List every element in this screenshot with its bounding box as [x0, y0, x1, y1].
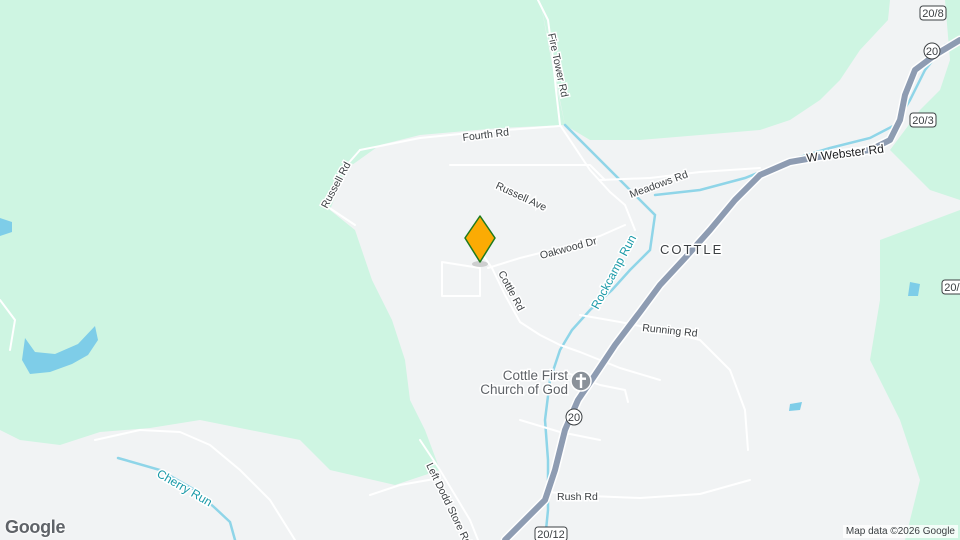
poi-church-name-line1: Cottle First	[503, 368, 569, 383]
svg-text:20/3: 20/3	[912, 115, 933, 127]
svg-text:20/8: 20/8	[922, 8, 943, 20]
map-layer: Fire Tower Rd Fourth Rd Russell Rd Russe…	[0, 0, 960, 540]
map-canvas[interactable]: Fire Tower Rd Fourth Rd Russell Rd Russe…	[0, 0, 960, 540]
svg-text:20: 20	[568, 412, 580, 424]
map-attribution[interactable]: Map data ©2026 Google	[842, 525, 958, 538]
label-rush-rd: Rush Rd	[557, 491, 598, 503]
shield-20-8-top: 20/8	[919, 5, 947, 21]
pond-east	[908, 282, 920, 296]
shield-20-12: 20/12	[534, 526, 568, 540]
shield-20-south: 20	[565, 408, 583, 426]
google-logo: Google	[5, 517, 66, 537]
svg-text:20/12: 20/12	[537, 529, 565, 540]
svg-text:20: 20	[926, 46, 938, 58]
svg-text:20/8: 20/8	[944, 282, 960, 294]
shield-20-3: 20/3	[909, 112, 937, 128]
poi-church-name-line2: Church of God	[480, 382, 568, 397]
label-town-cottle: COTTLE	[660, 242, 723, 257]
shield-20-north: 20	[923, 42, 941, 60]
cross-icon	[570, 370, 592, 392]
shield-20-8-right: 20/8	[941, 279, 960, 295]
